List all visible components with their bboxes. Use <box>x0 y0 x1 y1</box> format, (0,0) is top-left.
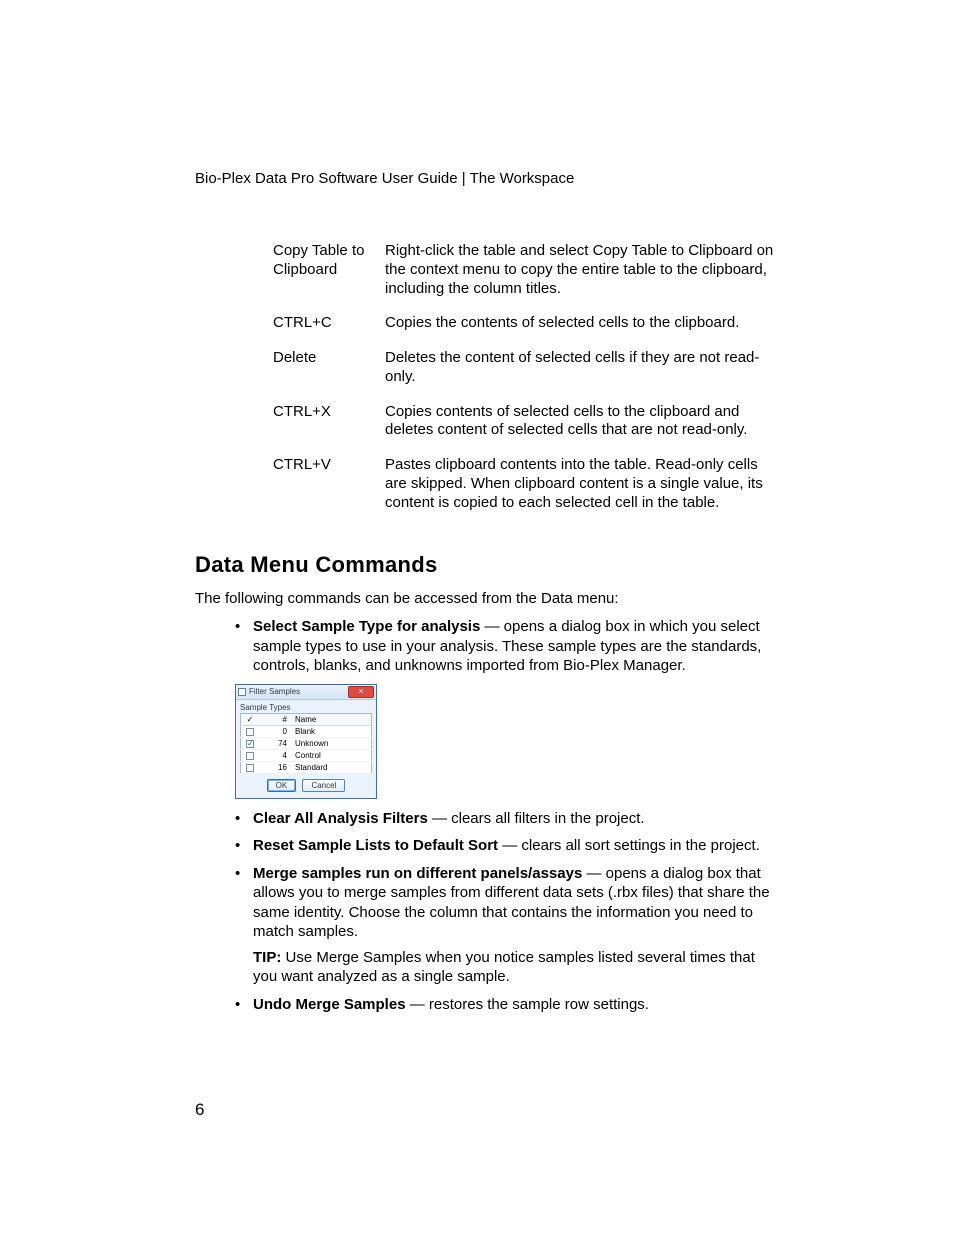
shortcut-desc: Copies the contents of selected cells to… <box>385 314 779 333</box>
section-intro: The following commands can be accessed f… <box>195 590 779 607</box>
tip-text: Use Merge Samples when you notice sample… <box>253 949 755 986</box>
table-row: 4 Control <box>241 749 372 761</box>
list-item: Undo Merge Samples — restores the sample… <box>235 995 779 1015</box>
dialog-section-label: Sample Types <box>240 703 372 712</box>
col-check: ✓ <box>241 713 260 725</box>
cell-count: 74 <box>259 737 293 749</box>
term-desc: — restores the sample row settings. <box>406 996 649 1013</box>
list-item: Reset Sample Lists to Default Sort — cle… <box>235 836 779 856</box>
term-desc: — clears all filters in the project. <box>428 810 645 827</box>
shortcut-key: CTRL+C <box>273 314 385 333</box>
shortcut-desc: Pastes clipboard contents into the table… <box>385 456 779 512</box>
term-clear-filters: Clear All Analysis Filters <box>253 810 428 827</box>
shortcut-key: Delete <box>273 349 385 387</box>
table-row: 74 Unknown <box>241 737 372 749</box>
checkbox[interactable] <box>246 764 254 772</box>
checkbox[interactable] <box>246 740 254 748</box>
term-select-sample-type: Select Sample Type for analysis <box>253 618 480 635</box>
dialog-title: Filter Samples <box>249 687 348 696</box>
filter-samples-dialog: Filter Samples Sample Types ✓ # Name 0 <box>235 684 377 799</box>
checkbox[interactable] <box>246 752 254 760</box>
app-icon <box>238 688 246 696</box>
shortcut-row: Copy Table to Clipboard Right-click the … <box>273 242 779 298</box>
ok-button[interactable]: OK <box>267 779 297 792</box>
tip-block: TIP: Use Merge Samples when you notice s… <box>253 948 779 987</box>
cell-count: 0 <box>259 725 293 737</box>
term-reset-sort: Reset Sample Lists to Default Sort <box>253 837 498 854</box>
close-icon[interactable] <box>348 686 374 698</box>
page-number: 6 <box>195 1100 204 1120</box>
sample-types-table: ✓ # Name 0 Blank 74 Unknown <box>240 713 372 774</box>
cell-name: Unknown <box>293 737 372 749</box>
list-item: Merge samples run on different panels/as… <box>235 864 779 987</box>
col-count: # <box>259 713 293 725</box>
shortcut-desc: Right-click the table and select Copy Ta… <box>385 242 779 298</box>
tip-label: TIP: <box>253 949 281 966</box>
shortcut-desc: Copies contents of selected cells to the… <box>385 403 779 441</box>
bullet-list: Clear All Analysis Filters — clears all … <box>235 809 779 1015</box>
shortcut-row: CTRL+C Copies the contents of selected c… <box>273 314 779 333</box>
term-merge-samples: Merge samples run on different panels/as… <box>253 865 582 882</box>
shortcut-key: CTRL+V <box>273 456 385 512</box>
cancel-button[interactable]: Cancel <box>302 779 345 792</box>
term-desc: — clears all sort settings in the projec… <box>498 837 760 854</box>
page-header: Bio-Plex Data Pro Software User Guide | … <box>195 170 779 187</box>
cell-name: Blank <box>293 725 372 737</box>
dialog-buttons: OK Cancel <box>240 779 372 792</box>
section-heading: Data Menu Commands <box>195 552 779 578</box>
checkbox[interactable] <box>246 728 254 736</box>
shortcut-desc: Deletes the content of selected cells if… <box>385 349 779 387</box>
shortcut-key: CTRL+X <box>273 403 385 441</box>
term-undo-merge: Undo Merge Samples <box>253 996 406 1013</box>
dialog-body: Sample Types ✓ # Name 0 Blank <box>236 700 376 798</box>
list-item: Clear All Analysis Filters — clears all … <box>235 809 779 829</box>
table-row: 0 Blank <box>241 725 372 737</box>
shortcut-table: Copy Table to Clipboard Right-click the … <box>273 242 779 512</box>
dialog-titlebar: Filter Samples <box>236 685 376 700</box>
cell-count: 4 <box>259 749 293 761</box>
shortcut-row: CTRL+V Pastes clipboard contents into th… <box>273 456 779 512</box>
list-item: Select Sample Type for analysis — opens … <box>235 617 779 676</box>
cell-name: Control <box>293 749 372 761</box>
cell-name: Standard <box>293 761 372 773</box>
shortcut-row: CTRL+X Copies contents of selected cells… <box>273 403 779 441</box>
table-row: 16 Standard <box>241 761 372 773</box>
cell-count: 16 <box>259 761 293 773</box>
shortcut-row: Delete Deletes the content of selected c… <box>273 349 779 387</box>
shortcut-key: Copy Table to Clipboard <box>273 242 385 298</box>
col-name: Name <box>293 713 372 725</box>
bullet-list: Select Sample Type for analysis — opens … <box>235 617 779 676</box>
